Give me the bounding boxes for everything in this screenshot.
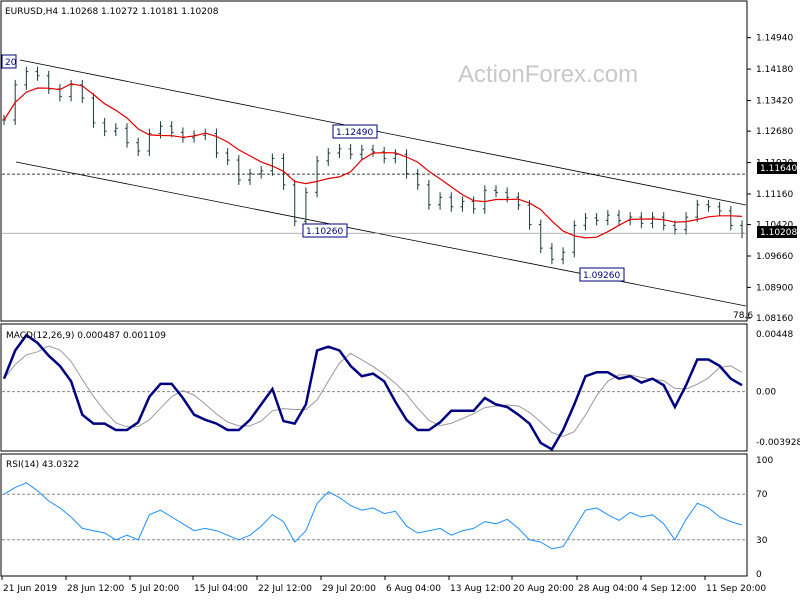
time-axis: 21 Jun 2019 28 Jun 12:00 5 Jul 20:00 15 Jul… <box>1 576 766 594</box>
price-axis-label: 1.09660 <box>756 252 793 262</box>
rsi-series <box>2 482 746 550</box>
time-axis-label: 21 Jun 2019 <box>3 584 57 594</box>
price-panel-title: EURUSD,H4 1.10268 1.10272 1.10181 1.1020… <box>5 7 219 17</box>
price-axis-label: 1.14940 <box>756 34 793 44</box>
time-axis-label: 4 Sep 12:00 <box>642 584 697 594</box>
rsi-panel-title: RSI(14) 43.0322 <box>6 460 79 470</box>
macd-panel-frame <box>0 323 748 452</box>
macd-axis: 0.00448 0.00 -0.003928 <box>756 330 800 448</box>
rsi-axis-label: 0 <box>756 570 762 580</box>
time-axis-label: 15 Jul 04:00 <box>194 584 248 594</box>
channel-lower-line <box>15 161 747 307</box>
macd-panel-title: MACD(12,26,9) 0.000487 0.001109 <box>6 331 166 341</box>
watermark: ActionForex.com <box>458 61 638 88</box>
price-axis-label: 1.13420 <box>756 97 793 107</box>
rsi-line <box>3 482 743 550</box>
time-axis-label: 11 Sep 20:00 <box>706 584 766 594</box>
time-axis-label: 29 Jul 20:00 <box>322 584 376 594</box>
rsi-axis-label: 100 <box>756 456 773 466</box>
annotation-label: 1.12490 <box>336 128 373 138</box>
macd-series <box>2 333 746 452</box>
rsi-axis-label: 30 <box>756 536 768 546</box>
price-axis: 1.149401.141801.134201.126801.119201.111… <box>747 34 793 324</box>
time-axis-label: 5 Jul 20:00 <box>131 584 180 594</box>
price-axis-label: 1.14180 <box>756 65 793 75</box>
time-axis-label: 6 Aug 04:00 <box>386 584 441 594</box>
price-axis-label: 1.12680 <box>756 127 793 137</box>
price-panel-frame <box>0 0 748 322</box>
time-axis-label: 20 Aug 20:00 <box>513 584 574 594</box>
current-price-tag: 1.10208 <box>757 226 797 238</box>
current-price-label: 1.10208 <box>760 228 797 238</box>
macd-line <box>2 333 743 452</box>
price-axis-label: 1.11160 <box>756 190 793 200</box>
macd-axis-label: 0.00 <box>756 388 776 398</box>
time-axis-label: 22 Jul 12:00 <box>258 584 312 594</box>
time-axis-label: 13 Aug 12:00 <box>450 584 511 594</box>
chart-canvas: ActionForex.com EURUSD,H4 1.10268 1.1027… <box>0 0 800 594</box>
moving-average-line <box>3 83 743 239</box>
annotation-label: 1.09260 <box>583 271 620 281</box>
level-tag: 1.11640 <box>757 162 797 174</box>
macd-axis-label: 0.00448 <box>756 330 793 340</box>
time-axis-label: 28 Aug 04:00 <box>578 584 639 594</box>
time-axis-label: 28 Jun 12:00 <box>67 584 124 594</box>
price-axis-label: 1.08160 <box>756 314 793 324</box>
rsi-axis-label: 70 <box>756 490 768 500</box>
rsi-panel-frame <box>0 453 748 577</box>
annotation-label: 20 <box>5 58 17 68</box>
price-axis-label: 1.08900 <box>756 283 793 293</box>
macd-axis-label: -0.003928 <box>756 438 800 448</box>
annotation-label: 1.10260 <box>306 227 343 237</box>
price-annotations: 20 1.12490 1.10260 1.09260 <box>1 54 625 282</box>
corner-label: 78.6 <box>733 311 753 321</box>
price-series <box>2 66 746 265</box>
level-tag-label: 1.11640 <box>760 164 797 174</box>
rsi-axis: 100 70 30 0 <box>756 456 773 580</box>
